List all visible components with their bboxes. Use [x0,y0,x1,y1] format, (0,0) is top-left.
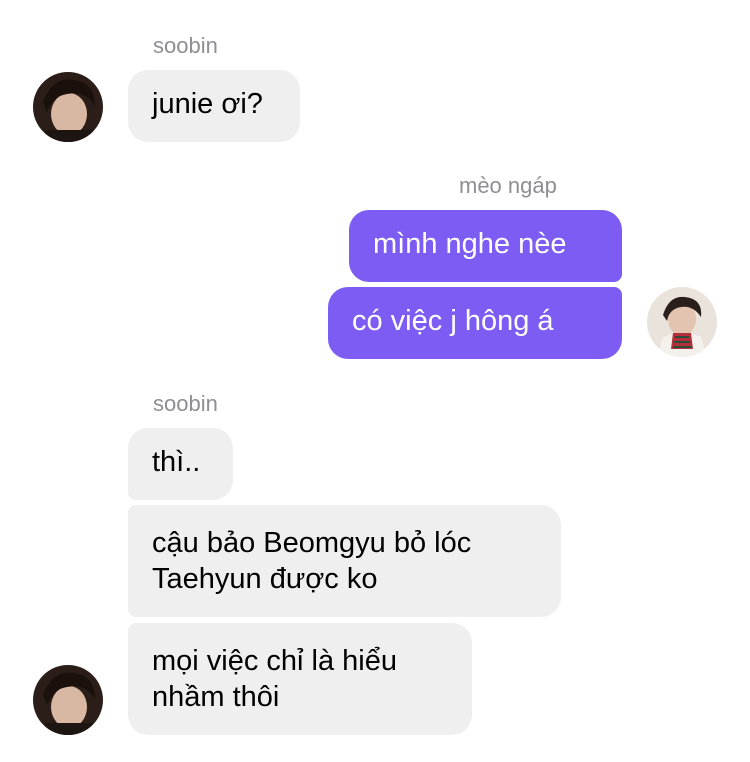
avatar-soobin[interactable] [33,72,103,142]
avatar-photo-icon [647,287,717,357]
sender-name-soobin: soobin [153,33,218,58]
message-bubble[interactable]: thì.. [128,428,233,500]
message-text: junie ơi? [152,88,263,120]
message-text-line: cậu bảo Beomgyu bỏ lóc [152,527,472,559]
message-text-line: nhầm thôi [152,681,280,713]
message-bubble[interactable]: junie ơi? [128,70,300,142]
message-text: mình nghe nèe [373,228,567,260]
message-bubble[interactable]: cậu bảo Beomgyu bỏ lóc Taehyun được ko [128,505,561,617]
message-bubble[interactable]: mọi việc chỉ là hiểu nhầm thôi [128,623,472,735]
sender-name-soobin: soobin [153,391,218,416]
avatar-photo-icon [33,665,103,735]
message-text-line: mọi việc chỉ là hiểu [152,645,397,677]
message-bubble-outgoing[interactable]: mình nghe nèe [349,210,622,282]
message-text-line: Taehyun được ko [152,563,378,595]
sender-name-meo-ngap: mèo ngáp [459,173,557,198]
message-text: có việc j hông á [352,305,554,337]
avatar-meo-ngap[interactable] [647,287,717,357]
message-bubble-outgoing[interactable]: có việc j hông á [328,287,622,359]
avatar-photo-icon [33,72,103,142]
message-text: thì.. [152,446,201,478]
avatar-soobin[interactable] [33,665,103,735]
